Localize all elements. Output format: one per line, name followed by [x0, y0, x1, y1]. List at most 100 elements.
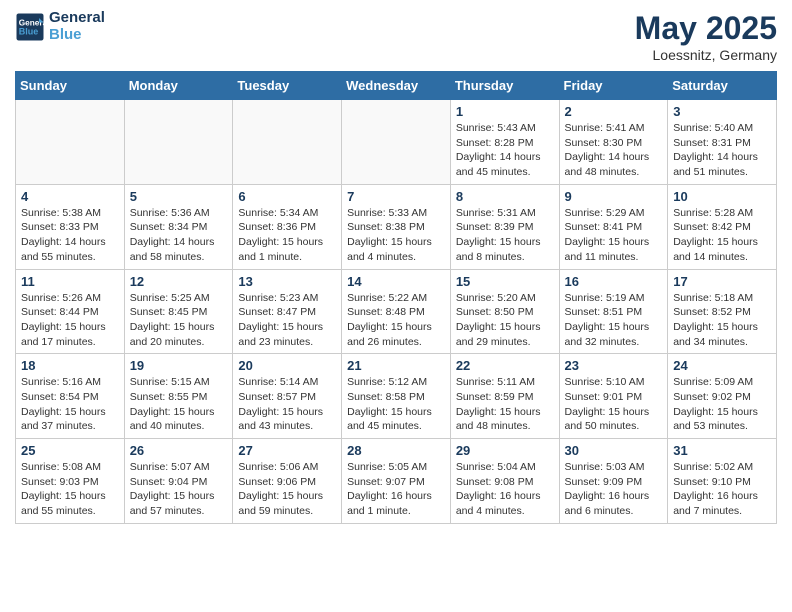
day-number: 24: [673, 358, 771, 373]
calendar-cell: 29Sunrise: 5:04 AM Sunset: 9:08 PM Dayli…: [450, 439, 559, 524]
calendar-cell: 26Sunrise: 5:07 AM Sunset: 9:04 PM Dayli…: [124, 439, 233, 524]
day-number: 11: [21, 274, 119, 289]
day-number: 7: [347, 189, 445, 204]
calendar-cell: [342, 100, 451, 185]
day-info: Sunrise: 5:06 AM Sunset: 9:06 PM Dayligh…: [238, 460, 336, 519]
calendar-cell: [16, 100, 125, 185]
calendar-cell: 27 Sunrise: 5:06 AM Sunset: 9:06 PM Dayli…: [233, 439, 342, 524]
day-number: 21: [347, 358, 445, 373]
calendar-cell: 20 Sunrise: 5:14 AM Sunset: 8:57 PM Dayli…: [233, 354, 342, 439]
day-info: Sunrise: 5:18 AM Sunset: 8:52 PM Dayligh…: [673, 291, 771, 350]
day-number: 27: [238, 443, 336, 458]
calendar-cell: 1 Sunrise: 5:43 AM Sunset: 8:28 PM Daylig…: [450, 100, 559, 185]
day-info: Sunrise: 5:15 AM Sunset: 8:55 PM Dayligh…: [130, 375, 228, 434]
weekday-header-thursday: Thursday: [450, 72, 559, 100]
day-number: 22: [456, 358, 554, 373]
day-number: 15: [456, 274, 554, 289]
day-info: Sunrise: 5:23 AM Sunset: 8:47 PM Dayligh…: [238, 291, 336, 350]
calendar-cell: 15 Sunrise: 5:20 AM Sunset: 8:50 PM Dayli…: [450, 269, 559, 354]
day-number: 28: [347, 443, 445, 458]
day-info: Sunrise: 5:12 AM Sunset: 8:58 PM Dayligh…: [347, 375, 445, 434]
day-number: 9: [565, 189, 663, 204]
day-number: 2: [565, 104, 663, 119]
calendar-cell: 24Sunrise: 5:09 AM Sunset: 9:02 PM Dayli…: [668, 354, 777, 439]
weekday-header-wednesday: Wednesday: [342, 72, 451, 100]
calendar-cell: 2Sunrise: 5:41 AM Sunset: 8:30 PM Daylig…: [559, 100, 668, 185]
day-number: 30: [565, 443, 663, 458]
day-number: 18: [21, 358, 119, 373]
day-number: 26: [130, 443, 228, 458]
day-info: Sunrise: 5:20 AM Sunset: 8:50 PM Dayligh…: [456, 291, 554, 350]
calendar-cell: 19 Sunrise: 5:15 AM Sunset: 8:55 PM Dayli…: [124, 354, 233, 439]
svg-text:Blue: Blue: [19, 26, 39, 36]
day-info: Sunrise: 5:33 AM Sunset: 8:38 PM Dayligh…: [347, 206, 445, 265]
calendar-cell: 5 Sunrise: 5:36 AM Sunset: 8:34 PM Daylig…: [124, 184, 233, 269]
day-number: 13: [238, 274, 336, 289]
title-block: May 2025 Loessnitz, Germany: [635, 10, 777, 63]
day-info: Sunrise: 5:22 AM Sunset: 8:48 PM Dayligh…: [347, 291, 445, 350]
calendar-cell: 28 Sunrise: 5:05 AM Sunset: 9:07 PM Dayli…: [342, 439, 451, 524]
day-info: Sunrise: 5:40 AM Sunset: 8:31 PM Dayligh…: [673, 121, 771, 180]
location-label: Loessnitz, Germany: [635, 47, 777, 63]
calendar-week-row-4: 18 Sunrise: 5:16 AM Sunset: 8:54 PM Dayli…: [16, 354, 777, 439]
day-info: Sunrise: 5:02 AM Sunset: 9:10 PM Dayligh…: [673, 460, 771, 519]
day-info: Sunrise: 5:11 AM Sunset: 8:59 PM Dayligh…: [456, 375, 554, 434]
day-number: 8: [456, 189, 554, 204]
calendar-week-row-1: 1 Sunrise: 5:43 AM Sunset: 8:28 PM Daylig…: [16, 100, 777, 185]
day-number: 5: [130, 189, 228, 204]
month-title: May 2025: [635, 10, 777, 47]
calendar-cell: 16Sunrise: 5:19 AM Sunset: 8:51 PM Dayli…: [559, 269, 668, 354]
day-info: Sunrise: 5:36 AM Sunset: 8:34 PM Dayligh…: [130, 206, 228, 265]
calendar-week-row-5: 25Sunrise: 5:08 AM Sunset: 9:03 PM Dayli…: [16, 439, 777, 524]
day-number: 17: [673, 274, 771, 289]
calendar-cell: 14Sunrise: 5:22 AM Sunset: 8:48 PM Dayli…: [342, 269, 451, 354]
calendar-page: General Blue General Blue May 2025 Loess…: [0, 0, 792, 534]
day-number: 19: [130, 358, 228, 373]
day-info: Sunrise: 5:43 AM Sunset: 8:28 PM Dayligh…: [456, 121, 554, 180]
calendar-cell: 30Sunrise: 5:03 AM Sunset: 9:09 PM Dayli…: [559, 439, 668, 524]
day-number: 31: [673, 443, 771, 458]
day-number: 16: [565, 274, 663, 289]
day-info: Sunrise: 5:16 AM Sunset: 8:54 PM Dayligh…: [21, 375, 119, 434]
day-info: Sunrise: 5:34 AM Sunset: 8:36 PM Dayligh…: [238, 206, 336, 265]
calendar-cell: 11 Sunrise: 5:26 AM Sunset: 8:44 PM Dayli…: [16, 269, 125, 354]
calendar-cell: 8 Sunrise: 5:31 AM Sunset: 8:39 PM Daylig…: [450, 184, 559, 269]
day-info: Sunrise: 5:26 AM Sunset: 8:44 PM Dayligh…: [21, 291, 119, 350]
calendar-cell: 18 Sunrise: 5:16 AM Sunset: 8:54 PM Dayli…: [16, 354, 125, 439]
day-info: Sunrise: 5:38 AM Sunset: 8:33 PM Dayligh…: [21, 206, 119, 265]
calendar-cell: 25Sunrise: 5:08 AM Sunset: 9:03 PM Dayli…: [16, 439, 125, 524]
calendar-cell: 23 Sunrise: 5:10 AM Sunset: 9:01 PM Dayli…: [559, 354, 668, 439]
logo-general-label: General: [49, 10, 105, 27]
calendar-cell: 6 Sunrise: 5:34 AM Sunset: 8:36 PM Daylig…: [233, 184, 342, 269]
calendar-week-row-3: 11 Sunrise: 5:26 AM Sunset: 8:44 PM Dayli…: [16, 269, 777, 354]
calendar-cell: [233, 100, 342, 185]
weekday-header-row: SundayMondayTuesdayWednesdayThursdayFrid…: [16, 72, 777, 100]
day-number: 1: [456, 104, 554, 119]
day-number: 6: [238, 189, 336, 204]
day-info: Sunrise: 5:05 AM Sunset: 9:07 PM Dayligh…: [347, 460, 445, 519]
day-number: 12: [130, 274, 228, 289]
calendar-cell: 12 Sunrise: 5:25 AM Sunset: 8:45 PM Dayli…: [124, 269, 233, 354]
weekday-header-monday: Monday: [124, 72, 233, 100]
calendar-cell: 21 Sunrise: 5:12 AM Sunset: 8:58 PM Dayli…: [342, 354, 451, 439]
weekday-header-sunday: Sunday: [16, 72, 125, 100]
day-info: Sunrise: 5:10 AM Sunset: 9:01 PM Dayligh…: [565, 375, 663, 434]
calendar-cell: 7 Sunrise: 5:33 AM Sunset: 8:38 PM Daylig…: [342, 184, 451, 269]
weekday-header-tuesday: Tuesday: [233, 72, 342, 100]
calendar-cell: 3Sunrise: 5:40 AM Sunset: 8:31 PM Daylig…: [668, 100, 777, 185]
weekday-header-saturday: Saturday: [668, 72, 777, 100]
calendar-cell: 31 Sunrise: 5:02 AM Sunset: 9:10 PM Dayli…: [668, 439, 777, 524]
day-info: Sunrise: 5:04 AM Sunset: 9:08 PM Dayligh…: [456, 460, 554, 519]
day-number: 23: [565, 358, 663, 373]
day-number: 20: [238, 358, 336, 373]
weekday-header-friday: Friday: [559, 72, 668, 100]
calendar-table: SundayMondayTuesdayWednesdayThursdayFrid…: [15, 71, 777, 524]
calendar-week-row-2: 4Sunrise: 5:38 AM Sunset: 8:33 PM Daylig…: [16, 184, 777, 269]
logo-blue-label: Blue: [49, 27, 105, 44]
day-info: Sunrise: 5:14 AM Sunset: 8:57 PM Dayligh…: [238, 375, 336, 434]
day-number: 10: [673, 189, 771, 204]
day-info: Sunrise: 5:25 AM Sunset: 8:45 PM Dayligh…: [130, 291, 228, 350]
calendar-cell: 10Sunrise: 5:28 AM Sunset: 8:42 PM Dayli…: [668, 184, 777, 269]
day-info: Sunrise: 5:31 AM Sunset: 8:39 PM Dayligh…: [456, 206, 554, 265]
calendar-cell: 17 Sunrise: 5:18 AM Sunset: 8:52 PM Dayli…: [668, 269, 777, 354]
